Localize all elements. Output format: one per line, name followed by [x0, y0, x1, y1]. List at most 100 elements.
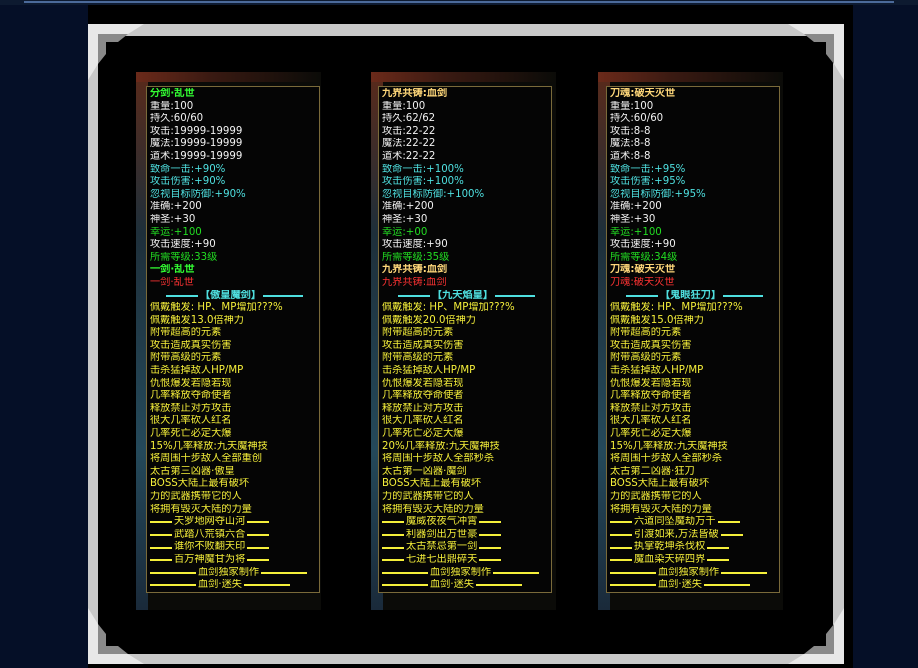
- item-bonus: 攻击伤害:+90%: [150, 176, 226, 188]
- item-effect: 附带高级的元素: [610, 352, 682, 364]
- item-stat: 魔法:19999-19999: [150, 138, 243, 150]
- item-poem: 太古禁忌第一剑: [382, 541, 551, 554]
- item-effect: 几率死亡必定大爆: [610, 428, 692, 440]
- item-effect: 20%几率释放:九天魔神技: [382, 440, 500, 452]
- item-stat: 道术:19999-19999: [150, 150, 243, 162]
- item-stat: 道术:8-8: [610, 150, 651, 162]
- item-poem: 六道同坠魔劫万千: [610, 516, 779, 529]
- item-tooltip-1: 分剑·乱世 重量:100 持久:60/60 攻击:19999-19999 魔法:1999…: [146, 86, 320, 593]
- item-effect: 击杀猛掉敌人HP/MP: [150, 365, 244, 377]
- item-name-red: 刀魂:破天灭世: [610, 276, 675, 288]
- item-effect: 击杀猛掉敌人HP/MP: [382, 365, 476, 377]
- item-effect: BOSS大陆上最有破坏: [382, 478, 482, 490]
- item-title: 九界共铸:血剑: [382, 88, 448, 99]
- frame-corner-bottom-left-icon: [88, 608, 144, 664]
- item-title: 刀魂:破天灭世: [610, 88, 676, 99]
- item-effect: 力的武器携带它的人: [382, 491, 474, 502]
- item-name-red: 一剑·乱世: [150, 276, 194, 288]
- item-effect: BOSS大陆上最有破坏: [610, 478, 710, 490]
- item-effect: 仇恨爆发若隐若现: [150, 377, 232, 389]
- item-effect: 太古第二凶器·狂刀: [610, 465, 695, 477]
- item-effect: 佩戴触发13.0倍神力: [150, 314, 244, 326]
- item-effect: 将拥有毁灭大陆的力量: [382, 503, 484, 515]
- set-header-text: 【鬼眼狂刀】: [659, 289, 722, 301]
- item-footer: 血剑·迷失: [610, 579, 779, 592]
- item-effect: 佩戴触发: HP、MP增加???%: [382, 302, 515, 314]
- item-stat: 准确:+200: [382, 201, 434, 213]
- item-tooltip-3: 刀魂:破天灭世 重量:100 持久:60/60 攻击:8-8 魔法:8-8 道术:8-8 致…: [606, 86, 780, 593]
- item-effect: 很大几率砍人红名: [610, 415, 692, 427]
- item-tooltip-2: 九界共铸:血剑 重量:100 持久:62/62 攻击:22-22 魔法:22-22 道术:…: [378, 86, 552, 593]
- item-name-repeat: 九界共铸:血剑: [382, 264, 448, 276]
- set-header-text: 【傲皇魔剑】: [199, 289, 262, 301]
- item-stat: 魔法:8-8: [610, 138, 651, 150]
- item-poem: 武踏八荒镇六合: [150, 529, 319, 542]
- item-poem: 百万神魔甘为将: [150, 554, 319, 567]
- item-effect: 佩戴触发20.0倍神力: [382, 314, 476, 326]
- item-effect: 力的武器携带它的人: [610, 491, 702, 502]
- item-stat: 准确:+200: [610, 201, 662, 213]
- item-effect: 太古第三凶器·傲皇: [150, 465, 235, 477]
- item-poem: 引渡如来,万法皆破: [610, 529, 779, 542]
- item-stat: 持久:60/60: [150, 113, 204, 125]
- item-luck: 幸运:+100: [150, 226, 202, 238]
- item-stat: 重量:100: [610, 100, 654, 112]
- set-header: 【九天焰皇】: [382, 290, 551, 303]
- item-effect: 攻击造成真实伤害: [150, 339, 232, 351]
- item-effect: 附带超高的元素: [150, 327, 222, 339]
- item-effect: 很大几率砍人红名: [150, 415, 232, 427]
- item-footer: 血剑·迷失: [382, 579, 551, 592]
- item-effect: 几率死亡必定大爆: [382, 428, 464, 440]
- item-poem: 天罗地网夺山河: [150, 516, 319, 529]
- item-effect: 释放禁止对方攻击: [382, 402, 464, 414]
- item-required-level: 所需等级:35级: [382, 251, 450, 263]
- item-effect: 附带高级的元素: [382, 352, 454, 364]
- item-stat: 重量:100: [150, 100, 194, 112]
- item-effect: 佩戴触发: HP、MP增加???%: [610, 302, 743, 314]
- item-effect: 几率释放夺命使者: [610, 390, 692, 402]
- item-effect: 几率释放夺命使者: [150, 390, 232, 402]
- item-effect: 击杀猛掉敌人HP/MP: [610, 365, 704, 377]
- item-effect: 攻击造成真实伤害: [610, 339, 692, 351]
- item-footer: 血剑独家制作: [150, 567, 319, 580]
- item-attack-speed: 攻击速度:+90: [382, 239, 448, 251]
- frame-corner-bottom-right-icon: [788, 608, 844, 664]
- item-bonus: 致命一击:+90%: [150, 163, 226, 175]
- item-title: 分剑·乱世: [150, 88, 195, 99]
- frame-corner-top-right-icon: [788, 24, 844, 80]
- item-stat: 魔法:22-22: [382, 138, 436, 150]
- item-poem: 魔威夜夜气冲霄: [382, 516, 551, 529]
- item-required-level: 所需等级:33级: [150, 251, 218, 263]
- item-bonus: 致命一击:+95%: [610, 163, 686, 175]
- item-effect: 附带超高的元素: [382, 327, 454, 339]
- item-effect: 15%几率释放:九天魔神技: [610, 440, 728, 452]
- item-stat: 重量:100: [382, 100, 426, 112]
- item-bonus: 忽视目标防御:+90%: [150, 188, 246, 200]
- item-stat: 神圣:+30: [150, 213, 196, 225]
- item-required-level: 所需等级:34级: [610, 251, 678, 263]
- item-stat: 神圣:+30: [382, 213, 428, 225]
- item-effect: 附带超高的元素: [610, 327, 682, 339]
- item-attack-speed: 攻击速度:+90: [610, 239, 676, 251]
- item-bonus: 攻击伤害:+100%: [382, 176, 464, 188]
- item-luck: 幸运:+100: [610, 226, 662, 238]
- item-effect: 几率死亡必定大爆: [150, 428, 232, 440]
- item-stat: 神圣:+30: [610, 213, 656, 225]
- item-effect: 仇恨爆发若隐若现: [382, 377, 464, 389]
- item-effect: 几率释放夺命使者: [382, 390, 464, 402]
- item-bonus: 攻击伤害:+95%: [610, 176, 686, 188]
- set-header-text: 【九天焰皇】: [431, 289, 494, 301]
- item-effect: 将周围十步敌人全部秒杀: [382, 453, 495, 465]
- item-effect: 附带高级的元素: [150, 352, 222, 364]
- item-effect: 将周围十步敌人全部秒杀: [610, 453, 723, 465]
- item-poem: 谁你不败翻天印: [150, 541, 319, 554]
- item-effect: 15%几率释放:九天魔神技: [150, 440, 268, 452]
- item-poem: 利器剑出万世豪: [382, 529, 551, 542]
- item-name-repeat: 一剑·乱世: [150, 264, 195, 276]
- item-effect: 将拥有毁灭大陆的力量: [150, 503, 252, 515]
- item-luck: 幸运:+00: [382, 226, 428, 238]
- item-effect: 佩戴触发15.0倍神力: [610, 314, 704, 326]
- item-stat: 持久:60/60: [610, 113, 664, 125]
- item-stat: 攻击:19999-19999: [150, 125, 243, 137]
- item-poem: 七进七出鼎碎天: [382, 554, 551, 567]
